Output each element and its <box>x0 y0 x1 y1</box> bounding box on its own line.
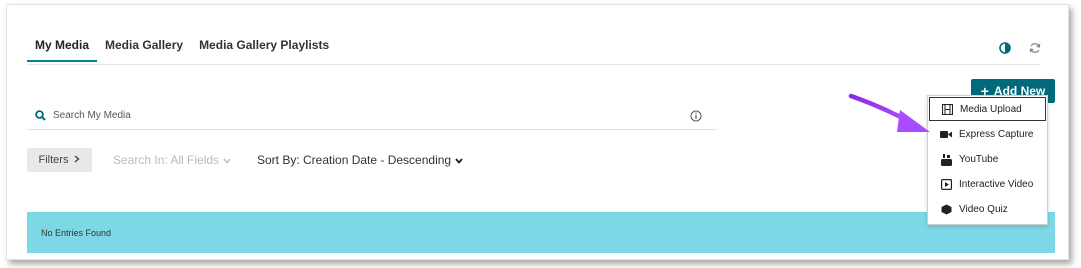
add-new-menu: Media Upload Express Capture YouTube Int… <box>927 95 1048 225</box>
menu-item-youtube[interactable]: YouTube <box>928 147 1047 172</box>
tab-my-media[interactable]: My Media <box>27 38 98 62</box>
search-icon <box>29 110 51 121</box>
chevron-right-icon <box>74 154 81 166</box>
menu-item-interactive-video[interactable]: Interactive Video <box>928 172 1047 197</box>
play-square-icon <box>940 179 952 191</box>
menu-item-media-upload[interactable]: Media Upload <box>929 97 1046 121</box>
tab-media-gallery[interactable]: Media Gallery <box>97 38 191 62</box>
contrast-icon[interactable] <box>998 41 1012 55</box>
no-entries-text: No Entries Found <box>41 227 112 238</box>
tab-bar: My Media Media Gallery Media Gallery Pla… <box>27 38 337 66</box>
menu-item-label: Video Quiz <box>959 204 1008 215</box>
search-in-dropdown[interactable]: Search In: All Fields <box>113 153 231 167</box>
cube-icon <box>940 204 952 216</box>
menu-item-label: Express Capture <box>959 129 1034 140</box>
menu-item-express-capture[interactable]: Express Capture <box>928 122 1047 147</box>
chevron-down-icon <box>223 153 231 167</box>
menu-item-label: Media Upload <box>960 103 1022 115</box>
film-icon <box>941 103 953 115</box>
filters-button[interactable]: Filters <box>27 148 92 172</box>
menu-item-video-quiz[interactable]: Video Quiz <box>928 197 1047 222</box>
annotation-arrow-icon <box>848 93 930 132</box>
refresh-icon[interactable] <box>1028 41 1042 55</box>
menu-item-label: YouTube <box>959 154 999 165</box>
info-icon[interactable] <box>687 110 705 122</box>
chevron-down-icon <box>455 153 463 167</box>
filters-button-label: Filters <box>38 154 69 166</box>
sort-by-label: Sort By: Creation Date - Descending <box>257 153 452 167</box>
tabs-divider <box>27 64 1040 65</box>
search-in-label: Search In: All Fields <box>113 153 220 167</box>
search-bar <box>27 102 717 130</box>
tab-media-gallery-playlists[interactable]: Media Gallery Playlists <box>191 38 337 62</box>
top-toolbar <box>998 41 1042 55</box>
sort-by-dropdown[interactable]: Sort By: Creation Date - Descending <box>257 153 463 167</box>
no-entries-banner: No Entries Found <box>27 212 1055 253</box>
youtube-icon <box>940 153 952 166</box>
video-camera-icon <box>940 129 952 141</box>
menu-item-label: Interactive Video <box>959 179 1034 190</box>
search-input[interactable] <box>51 110 687 121</box>
